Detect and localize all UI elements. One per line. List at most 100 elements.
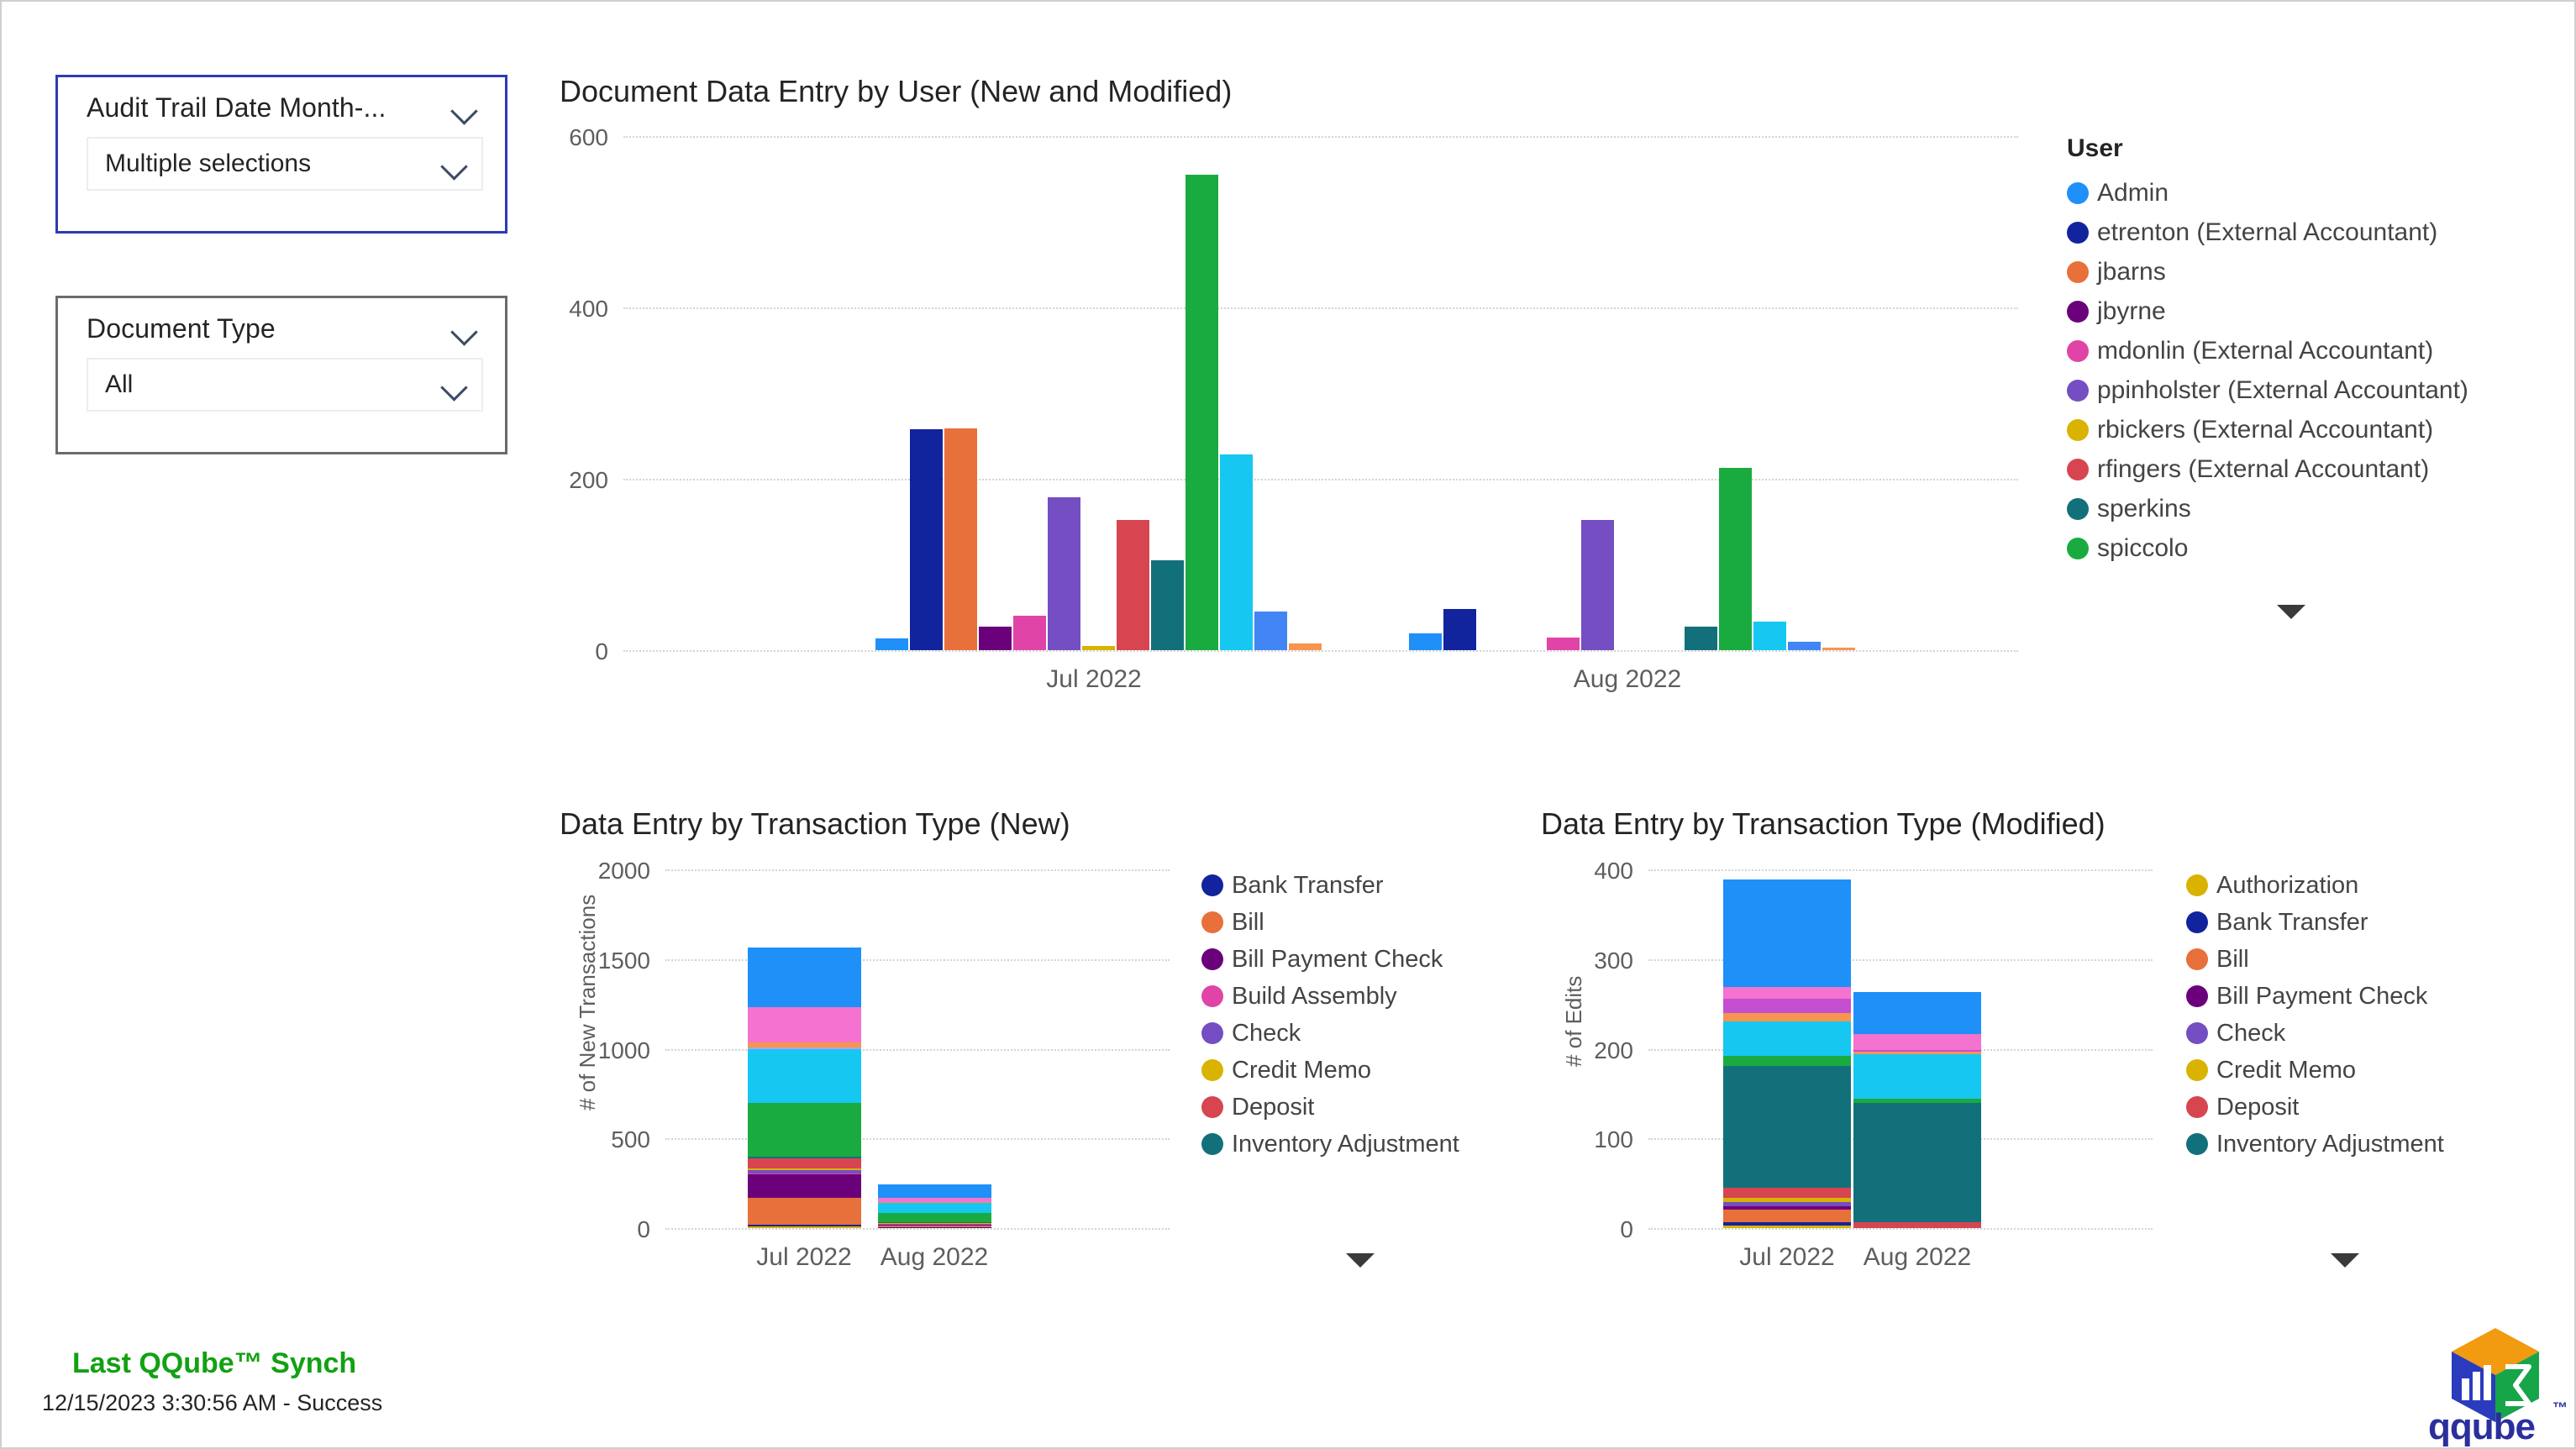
stacked-bar-segment[interactable] bbox=[1853, 1034, 1981, 1050]
bar-column[interactable] bbox=[1254, 612, 1287, 650]
stacked-bar-segment[interactable] bbox=[1723, 998, 1851, 1013]
stacked-bar-segment[interactable] bbox=[1723, 879, 1851, 987]
chart-plot-transaction-type-modified[interactable]: 0 100 200 300 400 Jul 2022 Aug 2022 bbox=[1594, 858, 2153, 1271]
legend-item[interactable]: spiccolo bbox=[2067, 528, 2468, 568]
legend-scroll-down-icon[interactable] bbox=[2331, 1253, 2359, 1268]
bar-column[interactable] bbox=[979, 627, 1012, 650]
legend-transaction-type-modified[interactable]: Authorization Bank Transfer Bill Bill Payme… bbox=[2186, 867, 2444, 1268]
bar-column[interactable] bbox=[1409, 633, 1442, 650]
stacked-bar-segment[interactable] bbox=[747, 1048, 861, 1103]
stacked-bar-segment[interactable] bbox=[1723, 1056, 1851, 1066]
stacked-bar-segment[interactable] bbox=[1723, 1065, 1851, 1188]
bar-column[interactable] bbox=[1151, 559, 1184, 650]
legend-item[interactable]: Bank Transfer bbox=[1201, 867, 1459, 904]
bar-column[interactable] bbox=[1013, 616, 1046, 650]
stacked-bar-segment[interactable] bbox=[747, 1226, 861, 1228]
bar-column[interactable] bbox=[875, 638, 908, 650]
stacked-bar-segment[interactable] bbox=[877, 1201, 991, 1203]
legend-scroll-down-icon[interactable] bbox=[1346, 1253, 1375, 1268]
legend-transaction-type-new[interactable]: Bank Transfer Bill Bill Payment Check Build… bbox=[1201, 867, 1459, 1268]
stacked-bar-segment[interactable] bbox=[1723, 1221, 1851, 1226]
legend-item[interactable]: jbarns bbox=[2067, 252, 2468, 291]
stacked-bar-segment[interactable] bbox=[1853, 1049, 1981, 1052]
stacked-bar-segment[interactable] bbox=[1723, 986, 1851, 999]
legend-user[interactable]: User Admin etrenton (External Accountant)… bbox=[2067, 134, 2468, 619]
stacked-bar-segment[interactable] bbox=[1723, 1197, 1851, 1203]
stacked-bar-segment[interactable] bbox=[747, 1006, 861, 1043]
slicer-dropdown-date[interactable]: Multiple selections bbox=[87, 137, 483, 191]
stacked-bar-segment[interactable] bbox=[877, 1202, 991, 1214]
bar-column[interactable] bbox=[1185, 174, 1218, 650]
stacked-bar-segment[interactable] bbox=[877, 1224, 991, 1226]
stacked-bar-column[interactable] bbox=[877, 1184, 991, 1228]
bar-column[interactable] bbox=[1220, 454, 1253, 650]
stacked-bar-segment[interactable] bbox=[1723, 1012, 1851, 1022]
stacked-bar-column[interactable] bbox=[1723, 879, 1851, 1228]
chart-plot-transaction-type-new[interactable]: 0 500 1000 1500 2000 Jul 2022 Aug 2022 bbox=[598, 858, 1170, 1271]
legend-item[interactable]: Bill bbox=[2186, 941, 2444, 978]
bar-column[interactable] bbox=[1443, 609, 1476, 650]
stacked-bar-segment[interactable] bbox=[1853, 1102, 1981, 1222]
stacked-bar-segment[interactable] bbox=[747, 1170, 861, 1174]
bar-column[interactable] bbox=[1753, 622, 1786, 650]
legend-item[interactable]: Bank Transfer bbox=[2186, 904, 2444, 941]
legend-item[interactable]: rfingers (External Accountant) bbox=[2067, 449, 2468, 489]
stacked-bar-segment[interactable] bbox=[1723, 1206, 1851, 1210]
legend-item[interactable]: jbyrne bbox=[2067, 291, 2468, 331]
legend-item[interactable]: Deposit bbox=[2186, 1089, 2444, 1126]
stacked-bar-segment[interactable] bbox=[747, 1225, 861, 1227]
stacked-bar-segment[interactable] bbox=[877, 1227, 991, 1228]
legend-item[interactable]: Inventory Adjustment bbox=[2186, 1126, 2444, 1163]
stacked-bar-segment[interactable] bbox=[747, 1102, 861, 1157]
stacked-bar-segment[interactable] bbox=[877, 1223, 991, 1225]
bar-column[interactable] bbox=[1289, 643, 1322, 650]
bar-column[interactable] bbox=[1048, 497, 1080, 650]
legend-item[interactable]: Authorization bbox=[2186, 867, 2444, 904]
stacked-bar-segment[interactable] bbox=[877, 1213, 991, 1222]
stacked-bar-segment[interactable] bbox=[1853, 1051, 1981, 1054]
legend-item[interactable]: Check bbox=[1201, 1015, 1459, 1052]
stacked-bar-segment[interactable] bbox=[747, 1173, 861, 1175]
legend-scroll-down-icon[interactable] bbox=[2277, 605, 2305, 619]
legend-item[interactable]: Check bbox=[2186, 1015, 2444, 1052]
chevron-down-icon[interactable] bbox=[449, 94, 478, 123]
stacked-bar-segment[interactable] bbox=[1723, 1225, 1851, 1228]
chevron-down-icon[interactable] bbox=[439, 370, 468, 399]
bar-column[interactable] bbox=[1788, 641, 1821, 650]
legend-item[interactable]: Build Assembly bbox=[1201, 978, 1459, 1015]
bar-column[interactable] bbox=[910, 428, 943, 650]
bar-column[interactable] bbox=[1822, 647, 1855, 650]
stacked-bar-segment[interactable] bbox=[1853, 1221, 1981, 1228]
stacked-bar-segment[interactable] bbox=[877, 1226, 991, 1228]
stacked-bar-column[interactable] bbox=[747, 948, 861, 1228]
bar-column[interactable] bbox=[1082, 645, 1115, 650]
stacked-bar-segment[interactable] bbox=[1723, 1021, 1851, 1057]
legend-item[interactable]: Credit Memo bbox=[1201, 1052, 1459, 1089]
bar-column[interactable] bbox=[1117, 519, 1149, 650]
bar-column[interactable] bbox=[1581, 519, 1614, 650]
chart-plot-document-data-entry[interactable]: 0 200 400 600 Jul 2022 Aug 2022 bbox=[569, 124, 2018, 693]
slicer-dropdown-doctype[interactable]: All bbox=[87, 358, 483, 412]
stacked-bar-segment[interactable] bbox=[1853, 1053, 1981, 1100]
legend-item[interactable]: Bill bbox=[1201, 904, 1459, 941]
legend-item[interactable]: sperkins bbox=[2067, 489, 2468, 528]
legend-item[interactable]: Admin bbox=[2067, 173, 2468, 213]
slicer-document-type[interactable]: Document Type All bbox=[55, 296, 507, 454]
bar-column[interactable] bbox=[1685, 627, 1717, 650]
stacked-bar-column[interactable] bbox=[1853, 992, 1981, 1228]
legend-item[interactable]: Credit Memo bbox=[2186, 1052, 2444, 1089]
legend-item[interactable]: ppinholster (External Accountant) bbox=[2067, 370, 2468, 410]
bar-column[interactable] bbox=[944, 428, 977, 650]
stacked-bar-segment[interactable] bbox=[747, 948, 861, 1007]
stacked-bar-segment[interactable] bbox=[877, 1198, 991, 1202]
legend-item[interactable]: Inventory Adjustment bbox=[1201, 1126, 1459, 1163]
legend-item[interactable]: Bill Payment Check bbox=[1201, 941, 1459, 978]
stacked-bar-segment[interactable] bbox=[1853, 992, 1981, 1035]
stacked-bar-segment[interactable] bbox=[747, 1174, 861, 1199]
stacked-bar-segment[interactable] bbox=[1723, 1202, 1851, 1207]
legend-item[interactable]: Bill Payment Check bbox=[2186, 978, 2444, 1015]
chevron-down-icon[interactable] bbox=[449, 315, 478, 344]
stacked-bar-segment[interactable] bbox=[747, 1156, 861, 1158]
bar-column[interactable] bbox=[1547, 637, 1580, 650]
stacked-bar-segment[interactable] bbox=[747, 1042, 861, 1048]
